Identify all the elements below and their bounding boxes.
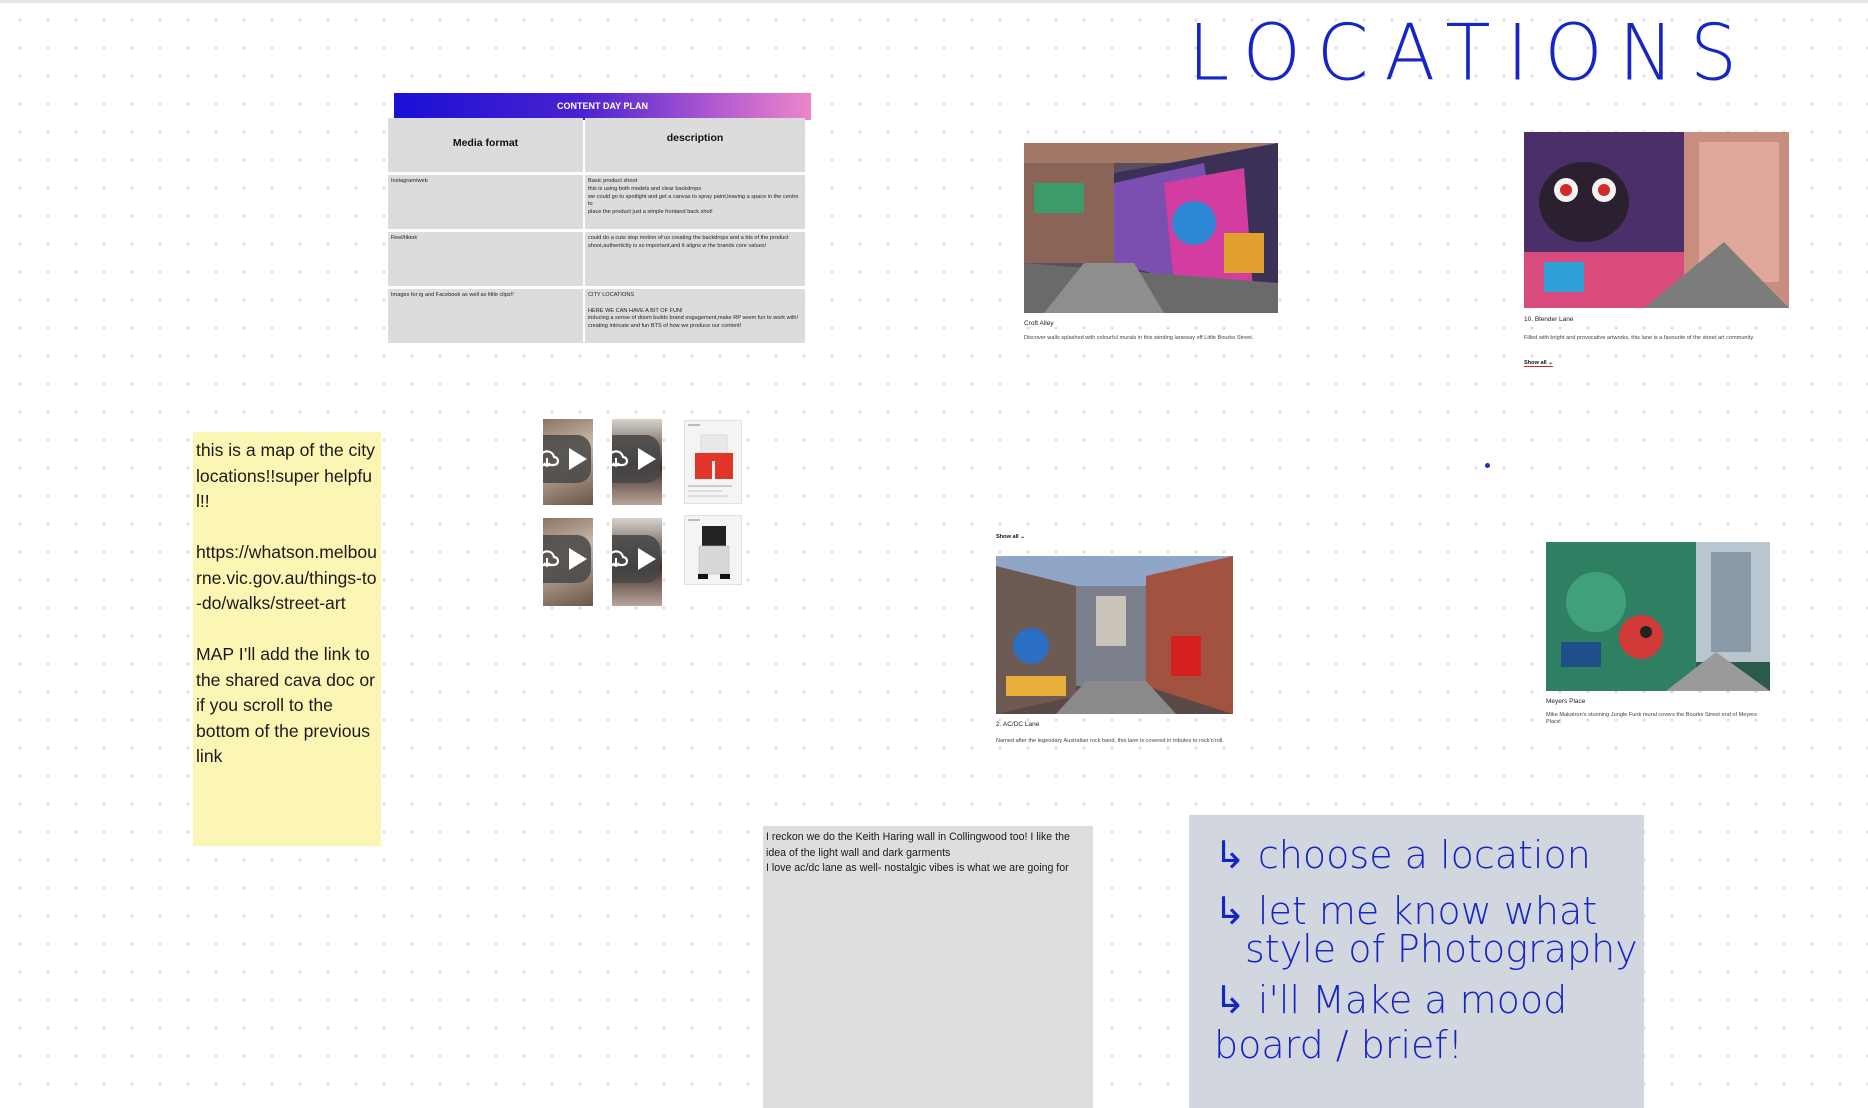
location-image-croft-alley[interactable]: [1024, 143, 1278, 313]
show-all-link[interactable]: Show all ⌄: [1524, 360, 1553, 367]
row-3-description[interactable]: CITY LOCATIONS HERE WE CAN HAVE A BIT OF…: [585, 289, 805, 343]
location-description: Filled with bright and provocative artwo…: [1524, 335, 1755, 341]
location-image-meyers-place[interactable]: [1546, 542, 1770, 691]
top-border: [0, 0, 1868, 3]
video-thumbnail[interactable]: [543, 419, 593, 505]
cloud-play-icon: [543, 535, 591, 583]
product-image-shorts[interactable]: [684, 420, 742, 504]
product-image-outfit[interactable]: [684, 515, 742, 585]
video-thumbnail[interactable]: [612, 518, 662, 606]
location-name: 2. AC/DC Lane: [996, 721, 1040, 728]
todo-line: ↳ let me know what: [1214, 889, 1598, 933]
row-1-desc-line: we could go to spotlight and get a canva…: [588, 193, 799, 208]
note-text: this is a map of the city locations!!sup…: [196, 440, 375, 511]
todo-line: ↳ choose a location: [1214, 833, 1591, 877]
location-description: Discover walls splashed with colourful m…: [1024, 335, 1254, 341]
note-text: MAP I’ll add the link to the shared cava…: [196, 644, 375, 766]
todo-line: style of Photography: [1245, 927, 1638, 971]
video-thumbnail[interactable]: [543, 518, 593, 606]
location-image-blender-lane[interactable]: [1524, 132, 1789, 308]
row-1-desc-line: Basic product shoot: [588, 178, 638, 184]
row-1-desc-line: place the product just a simple frontand…: [588, 209, 713, 216]
row-1-desc-line: this is using both models and clear back…: [588, 185, 702, 192]
row-2-description[interactable]: could do a cute stop motion of us creati…: [585, 232, 805, 286]
show-all-link[interactable]: Show all ⌄: [996, 534, 1025, 540]
row-3-desc-line: creating intricate and fun BTS of how we…: [588, 323, 742, 330]
play-icon: [637, 448, 656, 470]
row-2-desc-line: shoot,authenticity is so important,and i…: [588, 242, 767, 249]
todo-line: ↳ i'll Make a mood: [1214, 978, 1568, 1022]
todo-line: board / brief!: [1214, 1023, 1463, 1067]
col-header-description: description: [585, 118, 805, 172]
sticky-note-map[interactable]: this is a map of the city locations!!sup…: [193, 432, 381, 846]
cloud-play-icon: [612, 435, 660, 483]
row-3-desc-line: HERE WE CAN HAVE A BIT OF FUN!: [588, 307, 683, 314]
row-2-format[interactable]: Reel/tiktok: [388, 232, 583, 286]
row-3-desc-line: CITY LOCATIONS: [588, 292, 635, 298]
row-1-format[interactable]: Instagram/web: [388, 175, 583, 229]
table-title: CONTENT DAY PLAN: [394, 93, 811, 120]
location-description: Mike Makatron's stunning Jungle Funk mur…: [1546, 712, 1757, 726]
cursor-dot: [1485, 463, 1490, 468]
location-name: Meyers Place: [1546, 698, 1586, 705]
note-link[interactable]: https://whatson.melbourne.vic.gov.au/thi…: [196, 540, 379, 617]
location-image-acdc-lane[interactable]: [996, 556, 1233, 714]
row-2-desc-line: could do a cute stop motion of us creati…: [588, 235, 789, 241]
video-thumbnail[interactable]: [612, 419, 662, 505]
cloud-play-icon: [543, 435, 591, 483]
note-text: I reckon we do the Keith Haring wall in …: [766, 831, 1070, 859]
location-description: Named after the legendary Australian roc…: [996, 738, 1224, 744]
cloud-play-icon: [612, 535, 660, 583]
locations-heading: LOCATIONS: [1188, 8, 1753, 99]
location-name: Croft Alley: [1024, 320, 1054, 327]
row-3-desc-line: [588, 300, 802, 308]
col-header-media-format: Media format: [388, 118, 583, 172]
sticky-note-comment[interactable]: I reckon we do the Keith Haring wall in …: [763, 826, 1093, 1108]
play-icon: [568, 448, 587, 470]
play-icon: [637, 548, 656, 570]
play-icon: [568, 548, 587, 570]
row-1-description[interactable]: Basic product shoot this is using both m…: [585, 175, 805, 229]
sticky-note-todo[interactable]: ↳ choose a location ↳ let me know what s…: [1189, 815, 1644, 1108]
note-text: I love ac/dc lane as well- nostalgic vib…: [766, 862, 1069, 874]
row-3-desc-line: inducing a sense of doom builds brand en…: [588, 315, 799, 322]
row-3-format[interactable]: Images for ig and Facebook as well as li…: [388, 289, 583, 343]
location-name: 10. Blender Lane: [1524, 316, 1574, 323]
